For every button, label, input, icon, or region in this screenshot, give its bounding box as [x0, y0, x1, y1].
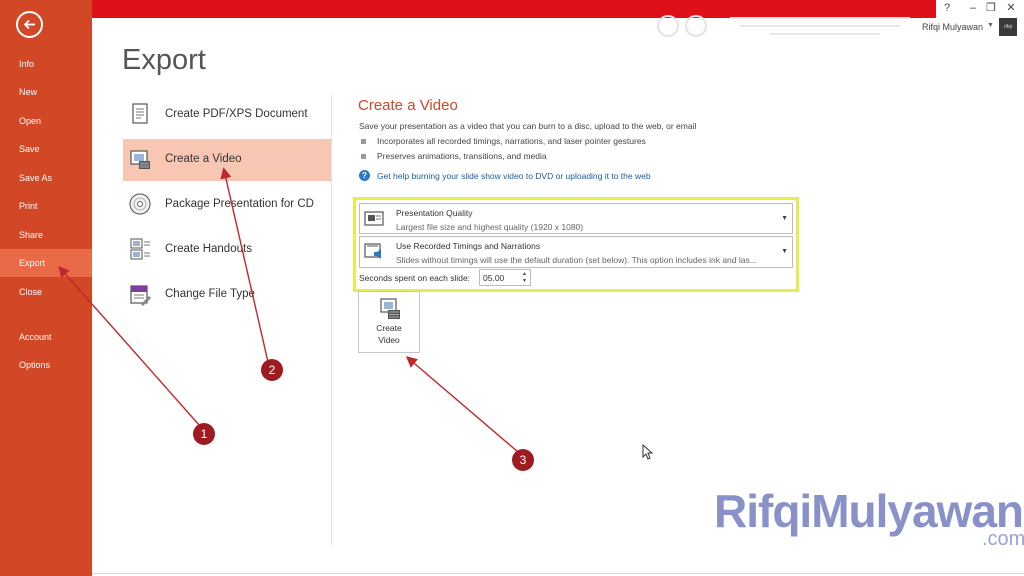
arrow-to-export	[58, 265, 201, 427]
arrow-to-create-video-option	[220, 167, 269, 363]
watermark: RifqiMulyawan	[714, 485, 1024, 537]
watermark-suffix: .com	[982, 528, 1024, 550]
mouse-cursor-icon	[642, 444, 654, 460]
arrow-to-create-video-button	[405, 356, 519, 453]
step-marker-1: 1	[193, 423, 215, 445]
step-marker-3: 3	[512, 449, 534, 471]
step-marker-2: 2	[261, 359, 283, 381]
bottom-border	[92, 573, 1024, 574]
